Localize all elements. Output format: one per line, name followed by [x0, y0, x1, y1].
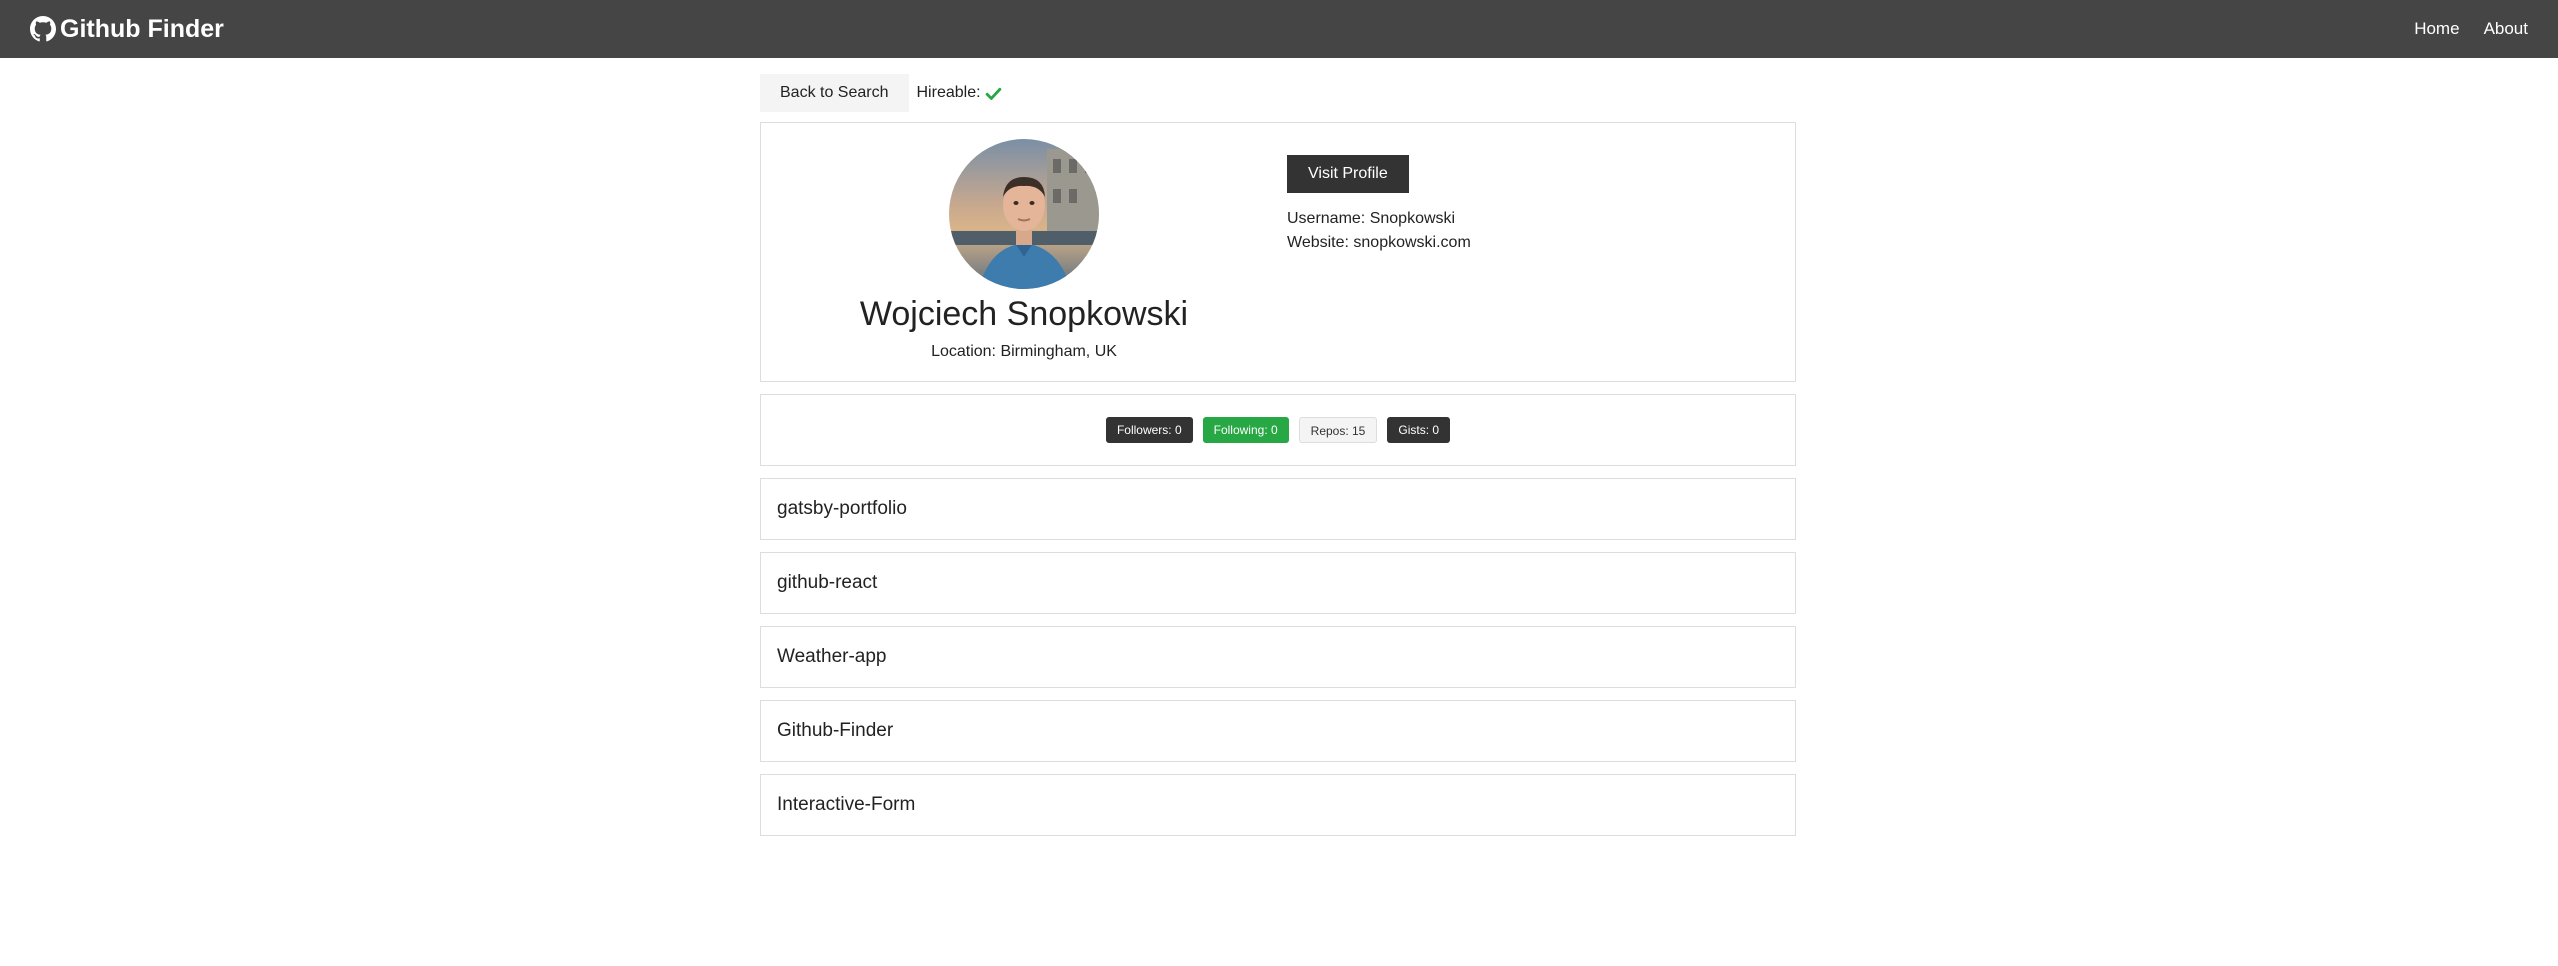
repos-badge: Repos: 15 [1298, 417, 1378, 443]
repo-link[interactable]: github-react [777, 572, 877, 594]
nav-links: Home About [2390, 19, 2528, 39]
repo-link[interactable]: Github-Finder [777, 720, 893, 742]
toolbar: Back to Search Hireable: [760, 74, 1796, 112]
repo-item: Github-Finder [760, 700, 1796, 762]
check-icon [985, 87, 1001, 100]
repo-item: github-react [760, 552, 1796, 614]
profile-username: Username: Snopkowski [1287, 210, 1456, 227]
repo-link[interactable]: Interactive-Form [777, 794, 915, 816]
profile-website: Website: snopkowski.com [1287, 234, 1471, 251]
main-container: Back to Search Hireable: Wojciech Snopko… [760, 58, 1796, 836]
followers-badge: Followers: 0 [1105, 417, 1193, 443]
repo-item: Interactive-Form [760, 774, 1796, 836]
nav-about-link[interactable]: About [2484, 19, 2528, 39]
repo-link[interactable]: Weather-app [777, 646, 887, 668]
avatar [949, 139, 1099, 289]
visit-profile-button[interactable]: Visit Profile [1287, 155, 1409, 193]
profile-location: Location: Birmingham, UK [931, 343, 1117, 360]
back-to-search-button[interactable]: Back to Search [760, 74, 909, 112]
avatar-image [949, 139, 1099, 289]
profile-details: Visit Profile Username: Snopkowski Websi… [1287, 155, 1471, 252]
hireable-status: Hireable: [917, 84, 1002, 102]
repo-item: gatsby-portfolio [760, 478, 1796, 540]
navbar: Github Finder Home About [0, 0, 2558, 58]
gists-badge: Gists: 0 [1387, 417, 1451, 443]
brand-link[interactable]: Github Finder [30, 15, 224, 44]
github-icon [30, 16, 56, 42]
profile-name: Wojciech Snopkowski [859, 295, 1189, 333]
brand-title: Github Finder [60, 14, 224, 43]
nav-home-link[interactable]: Home [2414, 19, 2459, 39]
repo-item: Weather-app [760, 626, 1796, 688]
stats-card: Followers: 0 Following: 0 Repos: 15 Gist… [760, 394, 1796, 466]
following-badge: Following: 0 [1202, 417, 1289, 443]
hireable-label: Hireable: [916, 84, 981, 101]
profile-summary: Wojciech Snopkowski Location: Birmingham… [761, 123, 1287, 381]
repo-link[interactable]: gatsby-portfolio [777, 498, 907, 520]
profile-card: Wojciech Snopkowski Location: Birmingham… [760, 122, 1796, 382]
